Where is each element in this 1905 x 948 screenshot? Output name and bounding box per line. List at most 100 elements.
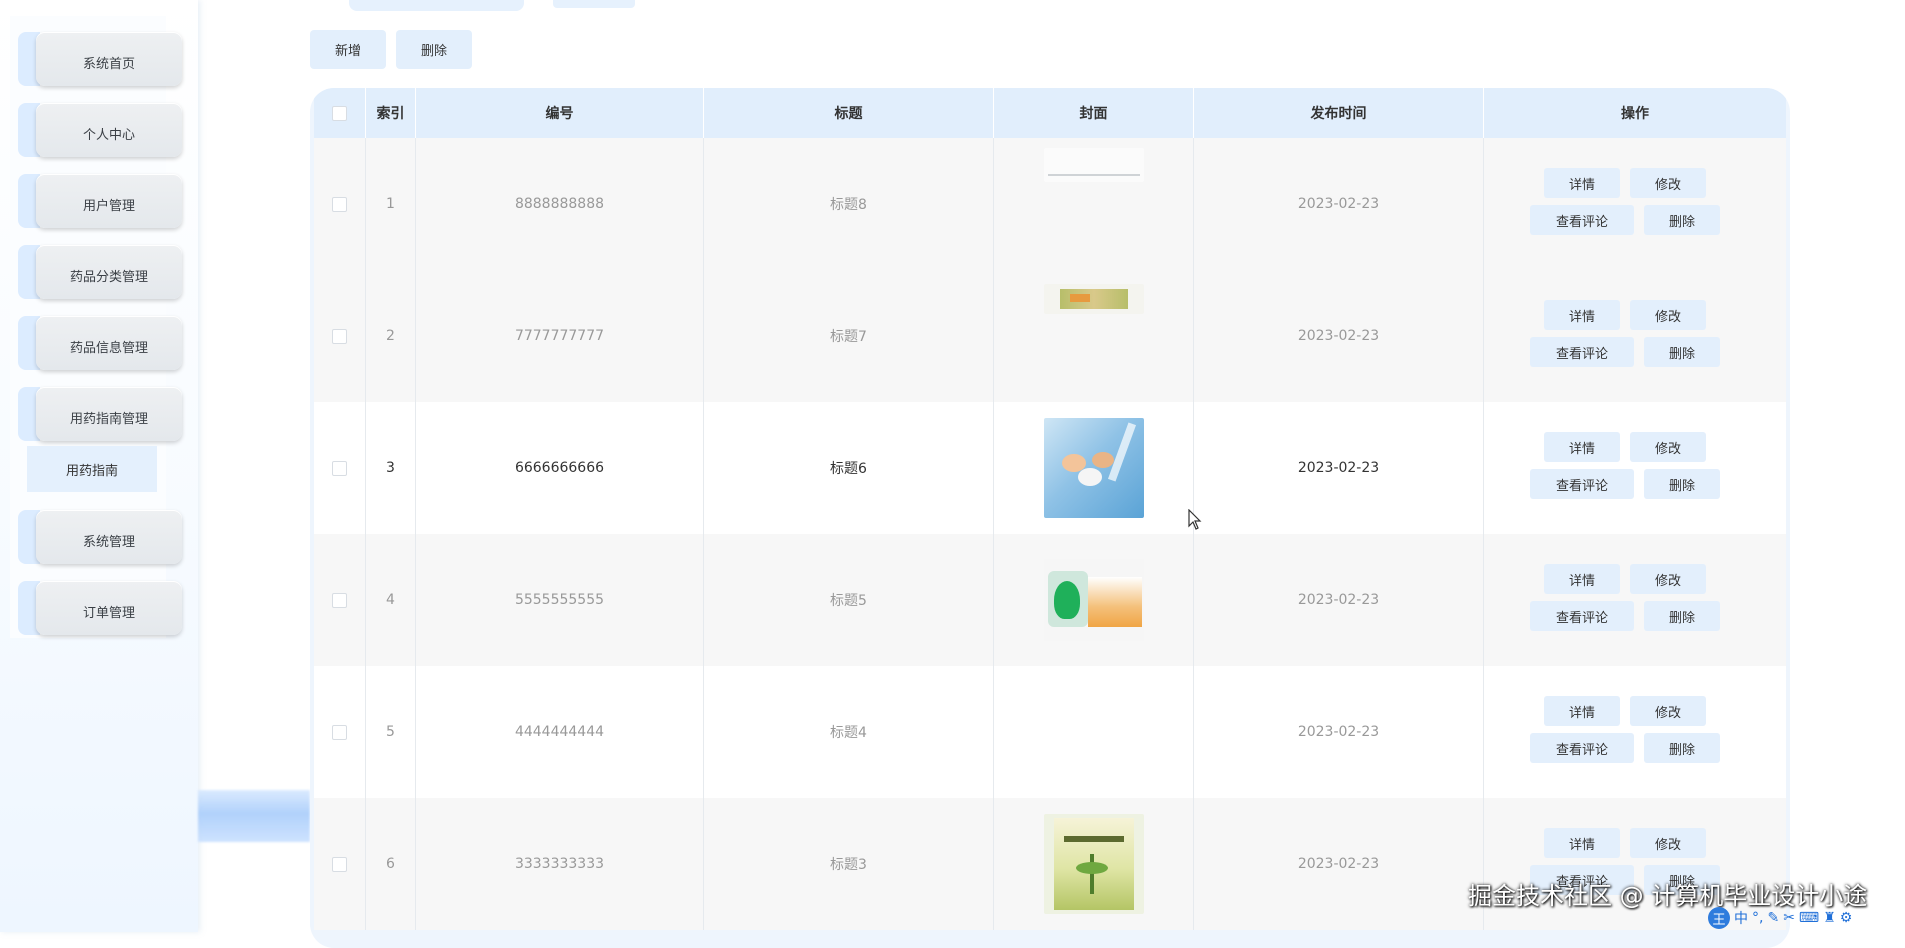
edit-button[interactable]: 修改: [1630, 168, 1706, 198]
cover-image: [1043, 814, 1144, 914]
row-title: 标题8: [704, 138, 994, 270]
sidebar-subitem-guide[interactable]: 用药指南: [27, 446, 157, 492]
row-actions: 详情 修改 查看评论 删除: [1484, 138, 1786, 270]
view-comments-button[interactable]: 查看评论: [1530, 469, 1634, 499]
sidebar-item-orders[interactable]: 订单管理: [18, 581, 182, 635]
scissors-icon[interactable]: ✂: [1783, 910, 1795, 926]
keyboard-icon[interactable]: ⌨: [1799, 910, 1819, 926]
cover-image: [1043, 284, 1144, 314]
sidebar-item-drug-category[interactable]: 药品分类管理: [18, 245, 182, 299]
skin-icon[interactable]: ♜: [1823, 910, 1836, 926]
delete-button[interactable]: 删除: [1644, 337, 1720, 367]
ime-toolbar: 王 中 °, ✎ ✂ ⌨ ♜ ⚙: [1708, 906, 1900, 930]
select-all-checkbox[interactable]: [332, 105, 347, 121]
edit-button[interactable]: 修改: [1630, 300, 1706, 330]
header-select-cell: [314, 88, 366, 138]
sidebar-item-guide-management[interactable]: 用药指南管理: [18, 387, 182, 441]
sidebar-item-label: 系统管理: [82, 534, 135, 550]
row-checkbox[interactable]: [332, 328, 347, 344]
row-cover: [994, 138, 1194, 270]
row-date: 2023-02-23: [1194, 270, 1484, 402]
table-header: 索引 编号 标题 封面 发布时间 操作: [314, 88, 1786, 138]
sidebar-item-home[interactable]: 系统首页: [18, 32, 182, 86]
sidebar-button-drug-info[interactable]: 药品信息管理: [36, 316, 182, 370]
add-button[interactable]: 新增: [310, 30, 386, 69]
detail-button[interactable]: 详情: [1544, 696, 1620, 726]
sidebar-button-users[interactable]: 用户管理: [36, 174, 182, 228]
header-title: 标题: [704, 88, 994, 138]
ime-logo-icon[interactable]: 王: [1708, 907, 1730, 929]
delete-button[interactable]: 删除: [1644, 469, 1720, 499]
data-table: 索引 编号 标题 封面 发布时间 操作 1 8888888888 标题8 202…: [310, 88, 1790, 948]
sidebar-item-label: 用户管理: [82, 198, 135, 214]
row-select-cell: [314, 798, 366, 930]
header-cover: 封面: [994, 88, 1194, 138]
sidebar: 系统首页 个人中心 用户管理 药品分类管理 药品信息管理 用药指南管理 用药指南…: [0, 0, 198, 932]
edit-button[interactable]: 修改: [1630, 696, 1706, 726]
row-checkbox[interactable]: [332, 196, 347, 212]
row-date: 2023-02-23: [1194, 402, 1484, 534]
sidebar-button-drug-category[interactable]: 药品分类管理: [36, 245, 182, 299]
pen-icon[interactable]: ✎: [1767, 910, 1779, 926]
row-number: 3333333333: [416, 798, 704, 930]
row-cover: [994, 534, 1194, 666]
row-number: 4444444444: [416, 666, 704, 798]
sidebar-item-users[interactable]: 用户管理: [18, 174, 182, 228]
row-cover: [994, 666, 1194, 798]
delete-button[interactable]: 删除: [1644, 733, 1720, 763]
sidebar-item-label: 订单管理: [82, 605, 135, 621]
view-comments-button[interactable]: 查看评论: [1530, 733, 1634, 763]
detail-button[interactable]: 详情: [1544, 168, 1620, 198]
sidebar-item-profile[interactable]: 个人中心: [18, 103, 182, 157]
row-date: 2023-02-23: [1194, 534, 1484, 666]
row-index: 5: [366, 666, 416, 798]
row-actions: 详情 修改 查看评论 删除: [1484, 666, 1786, 798]
sidebar-button-guide-management[interactable]: 用药指南管理: [36, 387, 182, 441]
row-actions: 详情 修改 查看评论 删除: [1484, 270, 1786, 402]
row-checkbox[interactable]: [332, 592, 347, 608]
detail-button[interactable]: 详情: [1544, 432, 1620, 462]
header-index: 索引: [366, 88, 416, 138]
view-comments-button[interactable]: 查看评论: [1530, 337, 1634, 367]
row-select-cell: [314, 534, 366, 666]
detail-button[interactable]: 详情: [1544, 828, 1620, 858]
sidebar-item-drug-info[interactable]: 药品信息管理: [18, 316, 182, 370]
punctuation-icon[interactable]: °,: [1752, 910, 1763, 926]
row-checkbox[interactable]: [332, 460, 347, 476]
batch-delete-button[interactable]: 删除: [396, 30, 472, 69]
edit-button[interactable]: 修改: [1630, 564, 1706, 594]
cover-image: [1043, 418, 1144, 518]
edit-button[interactable]: 修改: [1630, 828, 1706, 858]
sidebar-item-label: 药品信息管理: [69, 340, 148, 356]
sidebar-button-profile[interactable]: 个人中心: [36, 103, 182, 157]
decorative-stripe: [198, 790, 310, 842]
edit-button[interactable]: 修改: [1630, 432, 1706, 462]
delete-button[interactable]: 删除: [1644, 205, 1720, 235]
mouse-cursor-icon: [1188, 509, 1202, 530]
view-comments-button[interactable]: 查看评论: [1530, 601, 1634, 631]
row-index: 4: [366, 534, 416, 666]
row-checkbox[interactable]: [332, 856, 347, 872]
sidebar-button-orders[interactable]: 订单管理: [36, 581, 182, 635]
row-title: 标题7: [704, 270, 994, 402]
row-select-cell: [314, 138, 366, 270]
row-number: 5555555555: [416, 534, 704, 666]
sidebar-item-system[interactable]: 系统管理: [18, 510, 182, 564]
row-title: 标题5: [704, 534, 994, 666]
view-comments-button[interactable]: 查看评论: [1530, 205, 1634, 235]
gear-icon[interactable]: ⚙: [1840, 910, 1853, 926]
table-row: 3 6666666666 标题6 2023-02-23 详情 修改 查看评论 删…: [314, 402, 1786, 534]
detail-button[interactable]: 详情: [1544, 300, 1620, 330]
row-index: 3: [366, 402, 416, 534]
cover-image: [1043, 148, 1144, 182]
row-select-cell: [314, 402, 366, 534]
ime-mode-label[interactable]: 中: [1734, 908, 1748, 928]
row-checkbox[interactable]: [332, 724, 347, 740]
table-row: 2 7777777777 标题7 2023-02-23 详情 修改 查看评论 删…: [314, 270, 1786, 402]
sidebar-button-system[interactable]: 系统管理: [36, 510, 182, 564]
delete-button[interactable]: 删除: [1644, 601, 1720, 631]
detail-button[interactable]: 详情: [1544, 564, 1620, 594]
sidebar-button-home[interactable]: 系统首页: [36, 32, 182, 86]
row-title: 标题6: [704, 402, 994, 534]
row-select-cell: [314, 270, 366, 402]
